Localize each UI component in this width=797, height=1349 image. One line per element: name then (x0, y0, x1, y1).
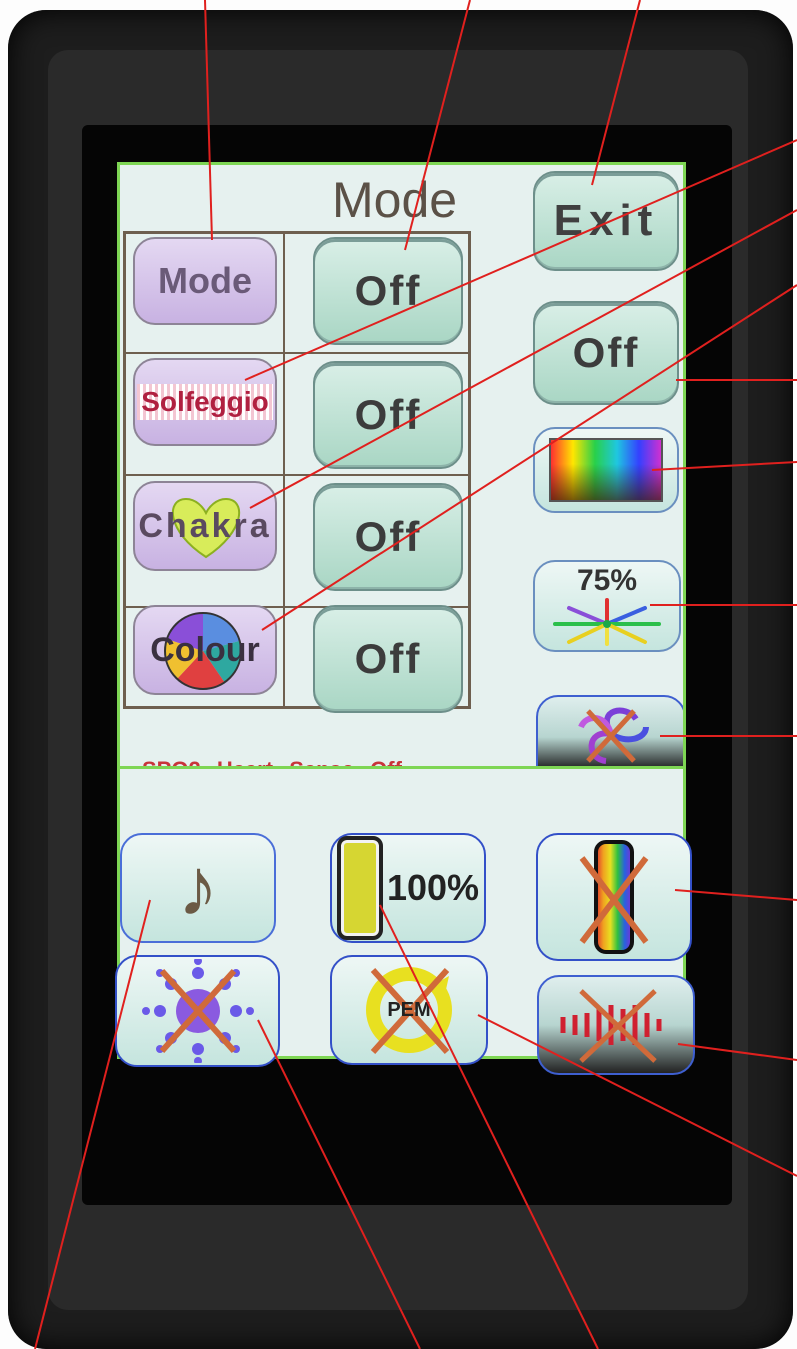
rainbow-bar-crossed-icon (579, 840, 649, 954)
music-note-icon: ♪ (177, 842, 219, 933)
right-off-label: Off (572, 329, 640, 376)
swirl-crossed-icon (578, 707, 649, 764)
mode-button[interactable]: Mode (133, 237, 277, 325)
chakra-button[interactable]: Chakra (133, 481, 277, 571)
mode-off-label: Off (354, 267, 422, 314)
battery-label: 100% (386, 867, 480, 908)
battery-icon (336, 836, 383, 940)
dots-button[interactable] (115, 955, 280, 1067)
spo2-label: SPO2 (142, 757, 201, 766)
chakra-button-label: Chakra (138, 506, 272, 545)
chakra-off-button[interactable]: Off (313, 483, 463, 591)
mode-button-label: Mode (158, 260, 252, 301)
solfeggio-off-label: Off (354, 391, 422, 438)
colour-button-label: Colour (150, 630, 260, 669)
colour-off-button[interactable]: Off (313, 605, 463, 713)
right-off-button[interactable]: Off (533, 301, 679, 405)
sense-label: Sense (289, 757, 354, 766)
rainbow-bar-button[interactable] (536, 833, 692, 961)
brightness-label: 75% (576, 564, 638, 597)
colour-spectrum-button[interactable] (533, 427, 679, 513)
colour-button[interactable]: Colour (133, 605, 277, 695)
chakra-off-label: Off (354, 513, 422, 560)
mode-off-button[interactable]: Off (313, 237, 463, 345)
brightness-button[interactable]: 75% (533, 560, 681, 652)
light-rays-icon (553, 598, 661, 646)
music-button[interactable]: ♪ (120, 833, 276, 943)
page-title: Mode (332, 172, 458, 228)
exit-button-label: Exit (553, 196, 659, 245)
sensor-state-label: Off (370, 757, 402, 766)
sensor-status-line: SPO2 Heart Sense Off (142, 757, 402, 766)
pem-button[interactable]: PEM (330, 955, 488, 1065)
dots-crossed-icon (141, 959, 254, 1063)
battery-button[interactable]: 100% (330, 833, 486, 943)
solfeggio-button[interactable]: Solfeggio (133, 358, 277, 446)
colour-off-label: Off (354, 635, 422, 682)
sound-wave-button[interactable] (537, 975, 695, 1075)
spectrum-icon (549, 438, 663, 502)
solfeggio-off-button[interactable]: Off (313, 361, 463, 469)
exit-button[interactable]: Exit (533, 171, 679, 271)
solfeggio-button-label: Solfeggio (137, 384, 273, 420)
sound-wave-crossed-icon (560, 989, 662, 1063)
pem-label: PEM (387, 998, 431, 1021)
swirl-button[interactable] (536, 695, 683, 766)
heart-label: Heart (217, 757, 273, 766)
touch-screen: Mode Exit Off 75% Mode Off Solfeggio Off… (117, 162, 686, 769)
